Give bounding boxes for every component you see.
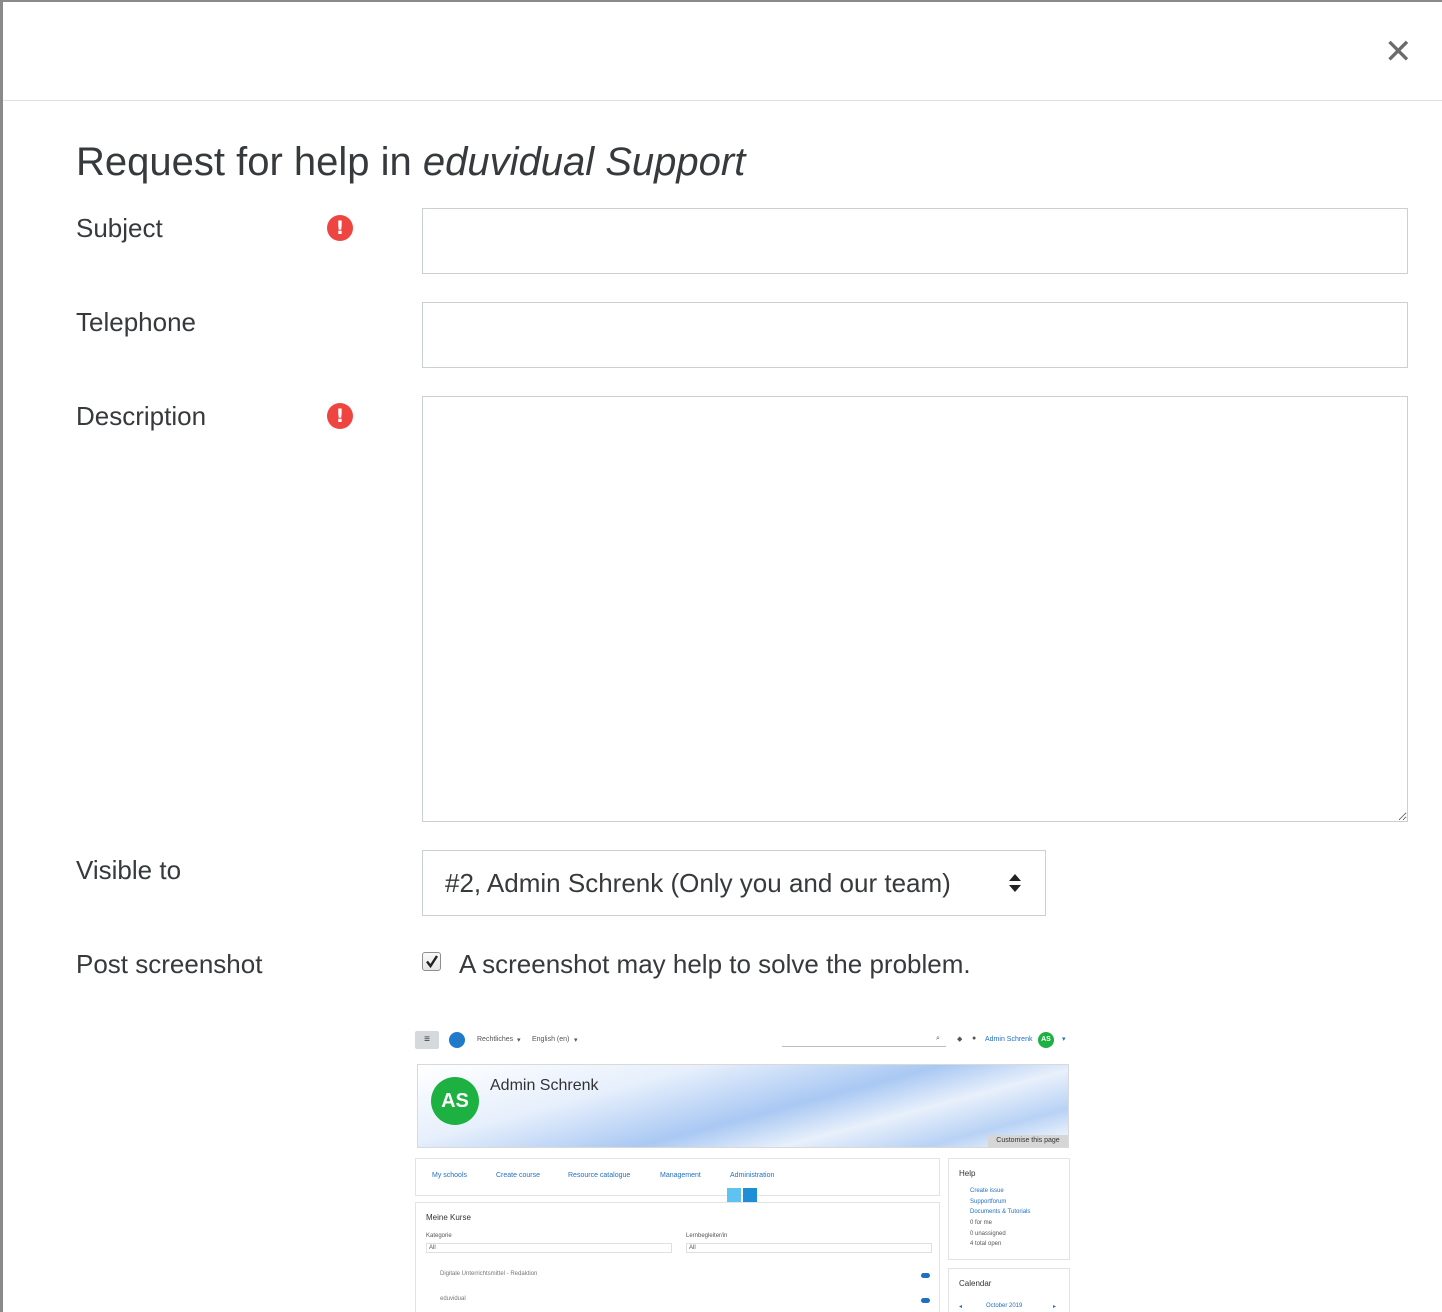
required-icon: ! [327, 403, 353, 429]
preview-help-heading: Help [959, 1169, 976, 1178]
description-label: Description [76, 401, 207, 431]
modal-title: Request for help in eduvidual Support [76, 140, 745, 185]
preview-nav-link: Create course [496, 1172, 540, 1179]
preview-toggle-icon [921, 1298, 930, 1303]
visible-to-select[interactable]: #2, Admin Schrenk (Only you and our team… [422, 850, 1046, 916]
preview-calendar-month: October 2019 [986, 1303, 1023, 1309]
description-textarea[interactable] [422, 396, 1408, 822]
select-arrows-icon [1009, 874, 1021, 892]
preview-help-link: Documents & Tutorials [970, 1209, 1031, 1215]
preview-nav-link: Administration [730, 1172, 775, 1179]
preview-filter-label: Kategorie [426, 1233, 452, 1239]
visible-to-selected-value: #2, Admin Schrenk (Only you and our team… [445, 868, 951, 898]
screenshot-preview: ≡ Rechtliches ▾ English (en) ▾ ⌕ ◆ ● Adm… [414, 1024, 1074, 1312]
preview-calendar-heading: Calendar [959, 1279, 992, 1288]
preview-help-stat: 4 total open [970, 1241, 1002, 1247]
checkmark-icon [426, 955, 439, 969]
preview-nav-box: My schools Create course Resource catalo… [415, 1158, 940, 1196]
subject-label: Subject [76, 213, 163, 243]
modal-title-prefix: Request for help in [76, 140, 423, 184]
preview-next-icon: ▸ [1053, 1304, 1057, 1310]
preview-courses-heading: Meine Kurse [426, 1213, 471, 1222]
preview-prev-icon: ◂ [959, 1304, 963, 1310]
subject-input[interactable] [422, 208, 1408, 274]
preview-chevron-icon: ▾ [574, 1037, 578, 1044]
preview-course-row: Digitale Unterrichtsmittel - Redaktion [440, 1271, 538, 1277]
preview-chat-icon: ● [972, 1035, 977, 1042]
preview-profile-banner: AS Admin Schrenk Customise this page [417, 1064, 1069, 1148]
preview-help-link: Supportforum [970, 1199, 1007, 1205]
preview-courses-box: Meine Kurse Kategorie All Lernbegleiter/… [415, 1202, 940, 1312]
preview-filter-label: Lernbegleiter/in [686, 1233, 728, 1239]
preview-avatar-large: AS [431, 1077, 479, 1125]
preview-help-link: Create issue [970, 1188, 1004, 1194]
preview-profile-name: Admin Schrenk [490, 1077, 599, 1094]
preview-chevron-icon: ▾ [517, 1037, 521, 1044]
preview-search-icon: ⌕ [936, 1035, 940, 1042]
preview-topbar: ≡ Rechtliches ▾ English (en) ▾ ⌕ ◆ ● Adm… [414, 1024, 1074, 1054]
preview-logo-icon [449, 1032, 465, 1048]
preview-filter-input: All [426, 1243, 672, 1253]
preview-bell-icon: ◆ [957, 1036, 963, 1043]
preview-menu-item: Rechtliches [477, 1036, 514, 1043]
preview-menu-icon: ≡ [415, 1031, 439, 1049]
telephone-label: Telephone [76, 307, 196, 337]
preview-avatar-small: AS [1038, 1032, 1054, 1048]
preview-toggle-icon [921, 1273, 930, 1278]
post-screenshot-description: A screenshot may help to solve the probl… [459, 949, 971, 979]
preview-calendar-block: Calendar ◂ October 2019 ▸ [948, 1268, 1070, 1312]
post-screenshot-checkbox[interactable] [422, 952, 441, 971]
preview-menu-item: English (en) [532, 1036, 570, 1043]
modal-header: ✕ [3, 2, 1442, 101]
preview-course-row: eduvidual [440, 1296, 466, 1302]
preview-nav-link: Management [660, 1172, 701, 1179]
visible-to-label: Visible to [76, 855, 182, 885]
preview-filter-input: All [686, 1243, 932, 1253]
preview-help-block: Help Create issue Supportforum Documents… [948, 1158, 1070, 1260]
preview-nav-link: Resource catalogue [568, 1172, 631, 1179]
preview-help-stat: 0 for me [970, 1220, 993, 1226]
required-icon: ! [327, 215, 353, 241]
modal-title-course: eduvidual Support [422, 140, 746, 184]
preview-chevron-icon: ▾ [1062, 1036, 1066, 1043]
preview-search-bar [782, 1046, 946, 1047]
preview-customise-button: Customise this page [988, 1135, 1068, 1147]
post-screenshot-label: Post screenshot [76, 949, 263, 979]
close-button[interactable]: ✕ [1384, 35, 1413, 69]
preview-nav-link: My schools [432, 1172, 468, 1179]
telephone-input[interactable] [422, 302, 1408, 368]
preview-help-stat: 0 unassigned [970, 1231, 1006, 1237]
backdrop-edge-left [0, 0, 3, 1312]
preview-user-name: Admin Schrenk [985, 1036, 1033, 1043]
